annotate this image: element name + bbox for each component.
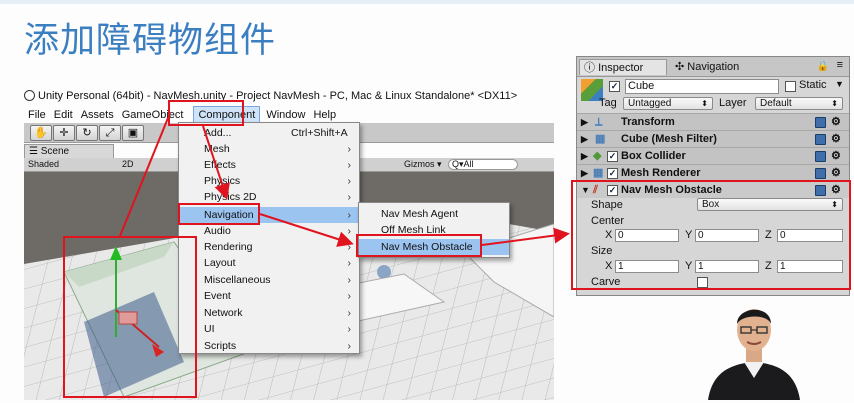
presenter-video: [704, 292, 804, 400]
presenter-image: [708, 309, 800, 400]
